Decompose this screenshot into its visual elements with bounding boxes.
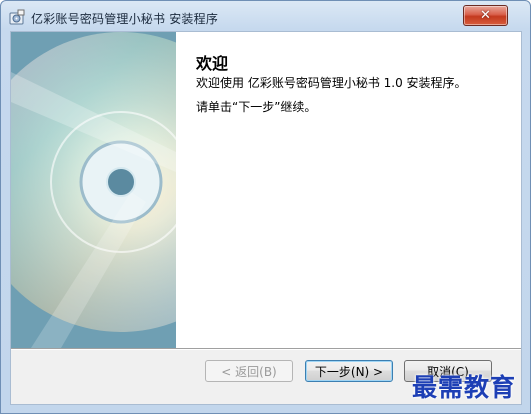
installer-window: 亿彩账号密码管理小秘书 安装程序 ✕ 欢迎 欢迎使用 亿彩账号密码管理小秘书 1… bbox=[0, 0, 531, 414]
instruction-text: 请单击“下一步”继续。 bbox=[196, 100, 317, 114]
next-button[interactable]: 下一步(N) > bbox=[305, 360, 393, 382]
title-bar[interactable]: 亿彩账号密码管理小秘书 安装程序 ✕ bbox=[1, 1, 530, 31]
close-button[interactable]: ✕ bbox=[463, 5, 508, 26]
welcome-message: 欢迎使用 亿彩账号密码管理小秘书 1.0 安装程序。 bbox=[196, 76, 467, 90]
footer-divider bbox=[11, 348, 521, 350]
cd-disc-banner-image bbox=[11, 32, 176, 348]
close-icon: ✕ bbox=[480, 8, 491, 23]
welcome-panel: 欢迎 欢迎使用 亿彩账号密码管理小秘书 1.0 安装程序。 请单击“下一步”继续… bbox=[176, 32, 521, 348]
watermark-text: 最需教育 bbox=[412, 373, 517, 402]
window-title: 亿彩账号密码管理小秘书 安装程序 bbox=[31, 12, 219, 26]
welcome-heading: 欢迎 bbox=[196, 54, 229, 73]
wizard-body: 欢迎 欢迎使用 亿彩账号密码管理小秘书 1.0 安装程序。 请单击“下一步”继续… bbox=[10, 31, 522, 405]
installer-app-icon bbox=[9, 9, 25, 25]
back-button[interactable]: < 返回(B) bbox=[205, 360, 293, 382]
